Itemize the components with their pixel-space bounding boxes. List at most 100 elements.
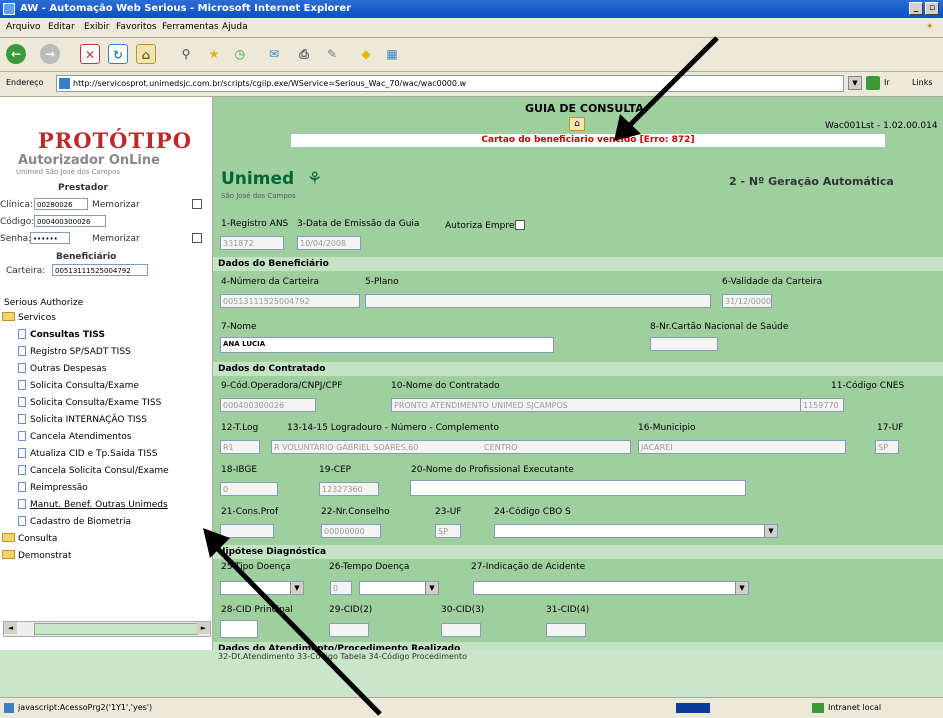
cnes-input[interactable]: 1159770: [800, 398, 844, 412]
address-dropdown-icon[interactable]: ▼: [848, 76, 862, 90]
search-icon[interactable]: ⚲: [176, 44, 196, 64]
research-icon[interactable]: ▦: [382, 44, 402, 64]
num-carteira-label: 4-Número da Carteira: [221, 277, 319, 287]
codigo-input[interactable]: 000400300026: [34, 215, 106, 227]
tree-item-reimpressao[interactable]: Reimpressão: [18, 482, 88, 493]
tree-item-manut-benef[interactable]: Manut. Benef. Outras Unimeds: [18, 499, 168, 510]
senha-input[interactable]: ••••••: [30, 232, 70, 244]
links-button[interactable]: Links: [912, 78, 933, 87]
validade-input[interactable]: 31/12/0000: [722, 294, 772, 308]
scroll-left-icon[interactable]: ◄: [4, 622, 17, 634]
municipio-input[interactable]: JACAREI: [638, 440, 846, 454]
tree-consulta[interactable]: Consulta: [2, 533, 57, 544]
tree-item-solicita-internacao[interactable]: Solicita INTERNAÇÃO TISS: [18, 414, 147, 425]
tree-root[interactable]: Serious Authorize: [4, 298, 83, 308]
minimize-button[interactable]: _: [909, 2, 923, 15]
status-bar: javascript:AcessoPrg2('1Y1','yes') Intra…: [0, 697, 943, 718]
logradouro-input[interactable]: R VOLUNTARIO GABRIEL SOARES,60 CENTRO: [271, 440, 631, 454]
tree-item-consultas-tiss[interactable]: Consultas TISS: [18, 329, 105, 340]
memorizar-checkbox-2[interactable]: [192, 233, 202, 243]
clinica-input[interactable]: 00280026: [34, 198, 88, 210]
menu-ajuda[interactable]: Ajuda: [222, 18, 248, 37]
cid-principal-input[interactable]: [220, 620, 258, 638]
stop-icon[interactable]: ✕: [80, 44, 100, 64]
cod-operadora-input[interactable]: 000400300026: [220, 398, 316, 412]
menu-exibir[interactable]: Exibir: [84, 18, 109, 37]
tree-item-cancela-atendimentos[interactable]: Cancela Atendimentos: [18, 431, 132, 442]
ibge-input[interactable]: 0: [220, 482, 278, 496]
cid4-input[interactable]: [546, 623, 586, 637]
sidebar-horizontal-scrollbar[interactable]: ◄ ►: [3, 621, 211, 637]
tree-item-solicita-consulta-tiss[interactable]: Solicita Consulta/Exame TISS: [18, 397, 161, 408]
address-bar: Endereço http://servicosprot.unimedsjc.c…: [0, 72, 943, 97]
registro-ans-input[interactable]: 331872: [220, 236, 284, 250]
tree-item-outras-despesas[interactable]: Outras Despesas: [18, 363, 106, 374]
chevron-down-icon: ▼: [735, 582, 748, 594]
prof-exec-input[interactable]: [410, 480, 746, 496]
logo-unimed-sjc: Unimed São José dos Campos: [16, 168, 121, 176]
folder-open-icon: [2, 312, 15, 321]
tempo-doenca-select[interactable]: ▼: [359, 581, 439, 595]
tree-demonstrat[interactable]: Demonstrat: [2, 550, 71, 561]
forward-icon[interactable]: →: [40, 44, 60, 64]
edit-icon[interactable]: ✎: [322, 44, 342, 64]
tlog-input[interactable]: R1: [220, 440, 260, 454]
address-input[interactable]: http://servicosprot.unimedsjc.com.br/scr…: [56, 75, 844, 92]
history-icon[interactable]: ◷: [230, 44, 250, 64]
nr-conselho-input[interactable]: 00000000: [321, 524, 381, 538]
tipo-doenca-select[interactable]: ▼: [220, 581, 304, 595]
cep-input[interactable]: 12327360: [319, 482, 379, 496]
acidente-select[interactable]: ▼: [473, 581, 749, 595]
menu-ferramentas[interactable]: Ferramentas: [162, 18, 219, 37]
data-emissao-input[interactable]: 10/04/2008: [297, 236, 361, 250]
window-titlebar: AW - Automação Web Serious - Microsoft I…: [0, 0, 943, 18]
mail-icon[interactable]: ✉: [264, 44, 284, 64]
ie-icon: [3, 3, 15, 15]
tree-item-cadastro-biometria[interactable]: Cadastro de Biometria: [18, 516, 131, 527]
print-icon[interactable]: ⎙: [294, 44, 314, 64]
form-version: Wac001Lst - 1.02.00.014: [825, 121, 938, 131]
logo-prototipo: PROTÓTIPO: [38, 128, 192, 153]
registro-ans-label: 1-Registro ANS: [221, 219, 289, 229]
cid3-input[interactable]: [441, 623, 481, 637]
uf23-label: 23-UF: [435, 507, 462, 517]
home-icon[interactable]: ⌂: [569, 117, 585, 131]
nome-contratado-input[interactable]: PRONTO ATENDIMENTO UNIMED SJCAMPOS: [391, 398, 805, 412]
tree-item-cancela-solicita[interactable]: Cancela Solicita Consul/Exame: [18, 465, 169, 476]
plano-input[interactable]: [365, 294, 711, 308]
refresh-icon[interactable]: ↻: [108, 44, 128, 64]
carteira-input[interactable]: 00513111525004792: [52, 264, 148, 276]
go-button[interactable]: Ir: [884, 78, 890, 87]
cns-input[interactable]: [650, 337, 718, 351]
scroll-right-icon[interactable]: ►: [197, 622, 210, 634]
cod-operadora-label: 9-Cód.Operadora/CNPJ/CPF: [221, 381, 343, 391]
favorites-icon[interactable]: ★: [204, 44, 224, 64]
back-icon[interactable]: ←: [6, 44, 26, 64]
nome-input[interactable]: ANA LUCIA: [220, 337, 554, 353]
cons-prof-input[interactable]: [220, 524, 274, 538]
tree-item-atualiza-cid[interactable]: Atualiza CID e Tp.Saida TISS: [18, 448, 157, 459]
home-icon[interactable]: ⌂: [136, 44, 156, 64]
maximize-button[interactable]: ▫: [925, 2, 939, 15]
tempo-doenca-input[interactable]: 0: [330, 581, 352, 595]
menu-favoritos[interactable]: Favoritos: [116, 18, 157, 37]
uf-label: 17-UF: [877, 423, 904, 433]
uf-input[interactable]: SP: [875, 440, 899, 454]
menu-editar[interactable]: Editar: [48, 18, 75, 37]
cbo-select[interactable]: ▼: [494, 524, 778, 538]
go-icon[interactable]: [866, 76, 880, 90]
cid-principal-label: 28-CID Principal: [221, 605, 293, 615]
messenger-icon[interactable]: ◆: [356, 44, 376, 64]
scroll-thumb[interactable]: [34, 623, 198, 635]
memorizar-checkbox-1[interactable]: [192, 199, 202, 209]
section-hipotese: Hipótese Diagnóstica: [213, 545, 943, 559]
tree-item-registro-sp-sadt[interactable]: Registro SP/SADT TISS: [18, 346, 131, 357]
tree-servicos[interactable]: Servicos: [2, 312, 56, 323]
prof-exec-label: 20-Nome do Profissional Executante: [411, 465, 574, 475]
autoriza-empresa-checkbox[interactable]: [515, 220, 525, 230]
cid2-input[interactable]: [329, 623, 369, 637]
uf23-input[interactable]: SP: [435, 524, 461, 538]
menu-arquivo[interactable]: Arquivo: [6, 18, 40, 37]
tree-item-solicita-consulta[interactable]: Solicita Consulta/Exame: [18, 380, 139, 391]
num-carteira-input[interactable]: 00513111525004792: [220, 294, 360, 308]
